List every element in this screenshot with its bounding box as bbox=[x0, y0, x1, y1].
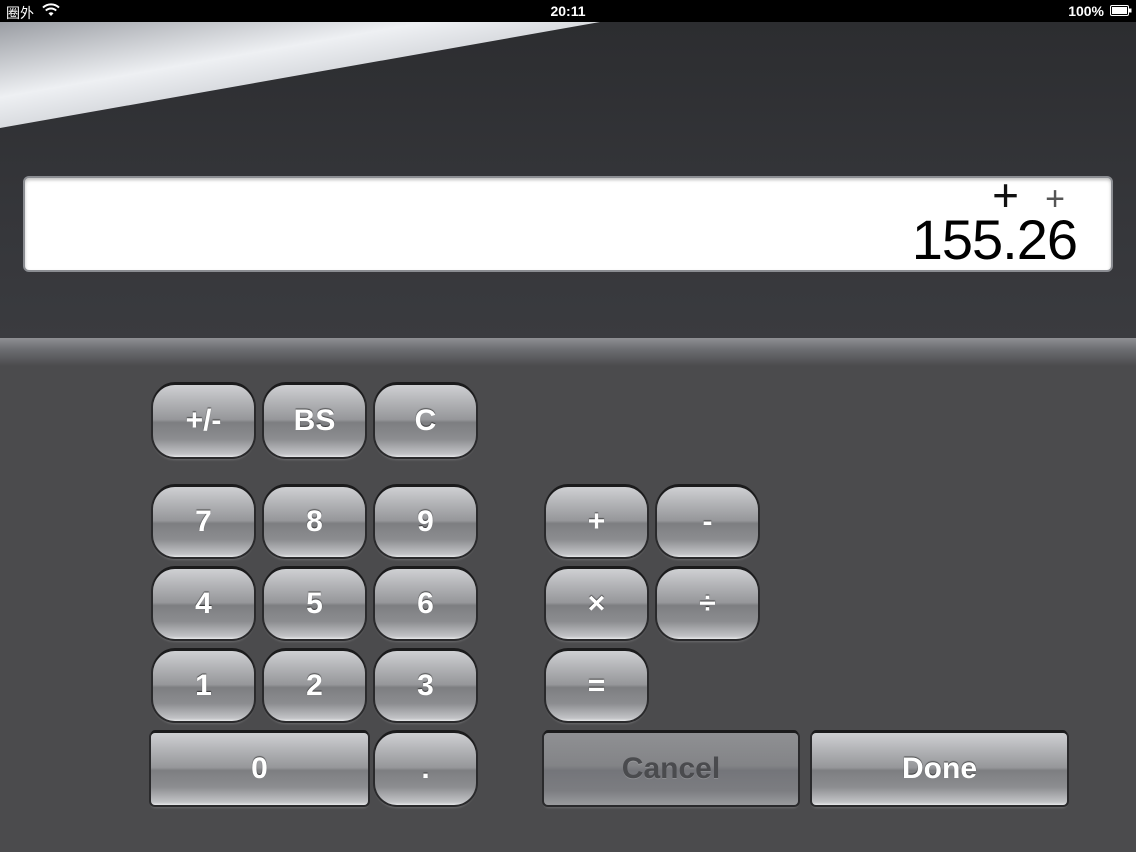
cancel-button-label: Cancel bbox=[621, 752, 721, 785]
digit-6-label: 6 bbox=[417, 587, 434, 620]
subtract-key-label: - bbox=[702, 505, 713, 538]
cancel-button[interactable]: Cancel bbox=[544, 733, 798, 805]
digit-9-label: 9 bbox=[417, 505, 434, 538]
digit-1-label: 1 bbox=[195, 669, 212, 702]
clear-key-label: C bbox=[414, 404, 437, 437]
keypad-panel: +/- BS C 7 8 9 4 5 6 1 2 3 0 . + - × ÷ =… bbox=[0, 338, 1136, 852]
divide-key-label: ÷ bbox=[699, 587, 716, 620]
digit-6-key[interactable]: 6 bbox=[375, 569, 476, 639]
digit-8-label: 8 bbox=[306, 505, 323, 538]
calculator-display: + + 155.26 bbox=[23, 172, 1113, 272]
clear-key[interactable]: C bbox=[375, 385, 476, 457]
equals-key-label: = bbox=[587, 669, 606, 702]
status-time: 20:11 bbox=[550, 3, 586, 19]
digit-2-key[interactable]: 2 bbox=[264, 651, 365, 721]
digit-9-key[interactable]: 9 bbox=[375, 487, 476, 557]
battery-icon bbox=[1110, 5, 1132, 16]
add-key-label: + bbox=[587, 505, 606, 538]
equals-key[interactable]: = bbox=[546, 651, 647, 721]
decimal-key[interactable]: . bbox=[375, 733, 476, 805]
status-bar: 圈外 20:11 100% bbox=[0, 0, 1136, 22]
calculator-screen: 圈外 20:11 100% + + 155.26 +/- BS C 7 8 9 … bbox=[0, 0, 1136, 852]
panel-edge bbox=[0, 338, 1136, 366]
decimal-key-label: . bbox=[421, 752, 430, 785]
add-key[interactable]: + bbox=[546, 487, 647, 557]
digit-0-key[interactable]: 0 bbox=[151, 733, 368, 805]
backspace-key-label: BS bbox=[293, 404, 336, 437]
plus-minus-key[interactable]: +/- bbox=[153, 385, 254, 457]
digit-3-label: 3 bbox=[417, 669, 434, 702]
digit-5-key[interactable]: 5 bbox=[264, 569, 365, 639]
battery-percent: 100% bbox=[1068, 3, 1104, 19]
plus-minus-key-label: +/- bbox=[185, 404, 222, 437]
digit-0-label: 0 bbox=[251, 752, 268, 785]
display-area: + + 155.26 bbox=[0, 22, 1136, 338]
done-button-label: Done bbox=[902, 752, 977, 785]
divide-key[interactable]: ÷ bbox=[657, 569, 758, 639]
digit-7-label: 7 bbox=[195, 505, 212, 538]
backspace-key[interactable]: BS bbox=[264, 385, 365, 457]
digit-5-label: 5 bbox=[306, 587, 323, 620]
digit-1-key[interactable]: 1 bbox=[153, 651, 254, 721]
digit-4-label: 4 bbox=[195, 587, 212, 620]
digit-8-key[interactable]: 8 bbox=[264, 487, 365, 557]
multiply-key-label: × bbox=[587, 587, 606, 620]
done-button[interactable]: Done bbox=[812, 733, 1067, 805]
digit-3-key[interactable]: 3 bbox=[375, 651, 476, 721]
multiply-key[interactable]: × bbox=[546, 569, 647, 639]
gloss-decoration bbox=[0, 22, 600, 128]
digit-2-label: 2 bbox=[306, 669, 323, 702]
digit-4-key[interactable]: 4 bbox=[153, 569, 254, 639]
display-value: 155.26 bbox=[911, 208, 1078, 271]
digit-7-key[interactable]: 7 bbox=[153, 487, 254, 557]
subtract-key[interactable]: - bbox=[657, 487, 758, 557]
